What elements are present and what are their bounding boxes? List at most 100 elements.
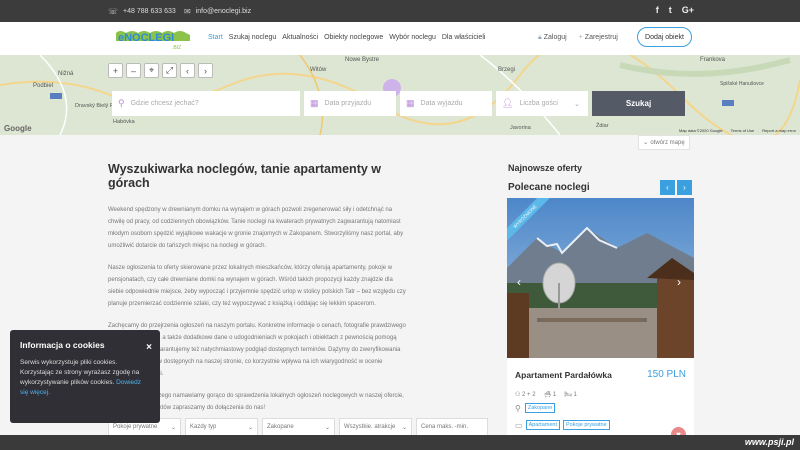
search-bar: ⚲ Gdzie chcesz jechać? ▦ Data przyjazdu …	[112, 91, 686, 116]
filter-price[interactable]: Cena maks. -min.	[416, 418, 488, 436]
top-bar: ☏ +48 788 633 633 ✉ info@enoclegi.biz f …	[0, 0, 800, 22]
cookie-banner: Informacja o cookies × Serwis wykorzystu…	[10, 330, 160, 423]
google-plus-icon[interactable]: G+	[682, 5, 694, 15]
watermark: www.psji.pl	[744, 437, 794, 447]
nav-choice[interactable]: Wybór noclegu	[389, 34, 436, 41]
persons-feature: ⚇ 2 + 2	[515, 391, 536, 398]
carousel-next-button[interactable]: ›	[677, 180, 692, 195]
filter-kind-label: Kazdy typ	[190, 424, 217, 430]
paragraph-1: Weekend spędzony w drewnianym domku na w…	[108, 207, 404, 249]
phone-number: +48 788 633 633	[123, 8, 176, 15]
open-map-label: otwórz mapę	[650, 139, 685, 146]
tag-apartment[interactable]: Apartament	[525, 420, 560, 430]
place-frankova: Frankova	[700, 57, 726, 63]
date-to-input[interactable]: ▦ Data wyjazdu	[400, 91, 492, 116]
cookie-text: Serwis wykorzystuje pliki cookies. Korzy…	[20, 358, 150, 398]
location-tag[interactable]: Zakopane	[524, 403, 556, 413]
cookie-title: Informacja o cookies	[20, 340, 105, 350]
persons-value: 2 + 2	[522, 392, 536, 398]
offer-location: ⚲ Zakopane	[515, 403, 556, 413]
nav-news[interactable]: Aktualności	[282, 34, 318, 41]
login-link[interactable]: 🔒︎ Zaloguj	[538, 34, 567, 42]
offer-tags: ▭ Apartament Pokoje prywatne	[515, 420, 610, 430]
offer-price: 150 PLN	[647, 369, 686, 380]
photo-next-icon[interactable]: ›	[677, 275, 681, 289]
add-object-button[interactable]: Dodaj obiekt	[637, 27, 692, 47]
nav-objects[interactable]: Obiekty noclegowe	[324, 34, 383, 41]
bed-icon: 🛏︎	[564, 392, 574, 398]
map[interactable]: Podbiel Nižná Dravský Bielý Potok Witów …	[0, 55, 800, 135]
offer-title[interactable]: Apartament Pardałówka	[515, 370, 612, 380]
locate-button[interactable]: ⌖	[144, 63, 159, 78]
nav-start[interactable]: Start	[208, 34, 223, 41]
filter-price-label: Cena maks. -min.	[421, 424, 469, 430]
paragraph-2: Nasze ogłoszenia to oferty skierowane pr…	[108, 265, 406, 307]
facebook-icon[interactable]: f	[656, 5, 659, 15]
twitter-icon[interactable]: t	[669, 5, 672, 15]
search-button[interactable]: Szukaj	[592, 91, 685, 116]
calendar-icon: ▦	[406, 98, 415, 108]
fullscreen-button[interactable]: ⤢	[162, 63, 177, 78]
place-zdiar: Ždiar	[596, 121, 609, 129]
chevron-down-icon: ⌄	[170, 424, 176, 431]
register-link[interactable]: + Zarejestruj	[579, 34, 618, 42]
close-icon[interactable]: ×	[146, 342, 152, 353]
map-prev-button[interactable]: ‹	[180, 63, 195, 78]
login-label: Zaloguj	[543, 34, 567, 41]
nav-search[interactable]: Szukaj noclegu	[229, 34, 276, 41]
zoom-in-button[interactable]: +	[108, 63, 123, 78]
offer-photo[interactable]: ‹ › WYRÓŻNIONE	[507, 198, 694, 358]
bath-icon: 🛁︎	[543, 392, 553, 398]
terms-link[interactable]: Terms of Use	[731, 128, 755, 133]
carousel-arrows: ‹ ›	[660, 180, 692, 195]
tag-private-rooms[interactable]: Pokoje prywatne	[563, 420, 610, 430]
offer-features: ⚇ 2 + 2 🛁︎ 1 🛏︎ 1	[515, 391, 577, 398]
persons-icon: ⚇	[515, 392, 523, 398]
pin-icon: ⚲	[118, 98, 125, 108]
nav-owners[interactable]: Dla właścicieli	[442, 34, 486, 41]
bath-value: 1	[552, 392, 557, 398]
chevron-down-icon: ⌄	[401, 424, 407, 431]
map-next-button[interactable]: ›	[198, 63, 213, 78]
date-to-placeholder: Data wyjazdu	[420, 100, 463, 107]
offer-photo-image: ‹ ›	[507, 198, 694, 358]
where-placeholder: Gdzie chcesz jechać?	[130, 100, 199, 107]
open-map-button[interactable]: ⌄ otwórz mapę	[638, 135, 690, 150]
phone-contact[interactable]: ☏ +48 788 633 633	[108, 7, 176, 16]
logo-text: eNOCLEGI	[118, 32, 174, 44]
filters-row: Pokoje prywatne ⌄ Kazdy typ ⌄ Zakopane ⌄ Ws…	[108, 418, 488, 436]
user-icon: 👤︎	[502, 98, 514, 108]
recommended-title: Polecane noclegi	[508, 182, 590, 193]
mail-icon: ✉	[184, 7, 191, 16]
guests-select[interactable]: 👤︎ Liczba gości ⌄	[496, 91, 588, 116]
date-from-input[interactable]: ▦ Data przyjazdu	[304, 91, 396, 116]
logo[interactable]: eNOCLEGI .BIZ	[112, 27, 198, 51]
folder-icon: ▭	[515, 420, 523, 430]
guests-placeholder: Liczba gości	[519, 100, 558, 107]
email-contact[interactable]: ✉ info@enoclegi.biz	[184, 7, 251, 16]
filter-attractions[interactable]: Wszystkie. atrakcje ⌄	[339, 418, 412, 436]
where-input[interactable]: ⚲ Gdzie chcesz jechać?	[112, 91, 300, 116]
place-witow: Witów	[310, 67, 327, 73]
newest-offers-title[interactable]: Najnowsze oferty	[508, 163, 582, 173]
place-nowe-bystre: Nowe Bystre	[345, 57, 380, 63]
report-link[interactable]: Report a map error	[762, 128, 796, 133]
map-footer: Map data ©2020 Google Terms of Use Repor…	[679, 128, 796, 133]
bath-feature: 🛁︎ 1	[544, 391, 557, 398]
calendar-icon: ▦	[310, 98, 319, 108]
photo-prev-icon[interactable]: ‹	[517, 275, 521, 289]
place-javorina: Javorina	[510, 125, 532, 131]
place-brzegi: Brzegi	[498, 67, 515, 73]
chevron-down-icon: ⌄	[643, 140, 649, 146]
auth-links: 🔒︎ Zaloguj + Zarejestruj	[538, 34, 618, 42]
social-links: f t G+	[656, 5, 694, 15]
email-address: info@enoclegi.biz	[195, 8, 252, 15]
carousel-prev-button[interactable]: ‹	[660, 180, 675, 195]
offer-card[interactable]: ‹ › WYRÓŻNIONE Apartament Pardałówka 150…	[507, 198, 694, 450]
bed-value: 1	[573, 392, 577, 398]
bed-feature: 🛏︎ 1	[564, 391, 577, 398]
filter-city[interactable]: Zakopane ⌄	[262, 418, 335, 436]
filter-kind[interactable]: Kazdy typ ⌄	[185, 418, 258, 436]
zoom-out-button[interactable]: –	[126, 63, 141, 78]
chevron-down-icon: ⌄	[574, 100, 580, 108]
